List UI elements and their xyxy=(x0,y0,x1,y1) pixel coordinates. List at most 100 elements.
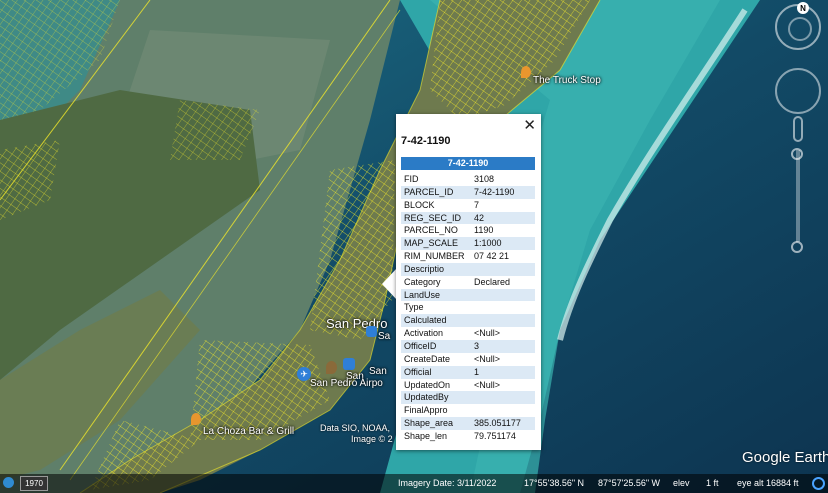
latitude-readout: 17°55'38.56" N xyxy=(524,478,585,488)
attribute-value xyxy=(471,314,535,328)
attribute-value: 3108 xyxy=(474,174,495,184)
street-view-pegman-icon[interactable] xyxy=(793,116,803,142)
attribute-value xyxy=(471,288,535,302)
attribute-value: 7-42-1190 xyxy=(471,185,535,199)
attribute-row: OfficeID 3 xyxy=(401,339,535,353)
attribute-value xyxy=(471,301,535,314)
attribute-key: Activation xyxy=(404,328,444,339)
attribute-row: Shape_area 385.051177 xyxy=(401,417,535,430)
attribute-key: UpdatedOn xyxy=(404,379,451,390)
attribute-key: PARCEL_ID xyxy=(401,185,471,199)
attribute-key: FID xyxy=(404,174,419,184)
place-label-sa[interactable]: Sa xyxy=(378,331,390,342)
attribute-value: <Null> xyxy=(474,379,501,390)
attribute-row: Calculated xyxy=(401,314,535,328)
eye-altitude-readout: eye alt 16884 ft xyxy=(737,478,799,488)
attribute-row: Type xyxy=(401,301,535,314)
compass-center-icon[interactable] xyxy=(788,17,812,41)
attribute-value: 07 42 21 xyxy=(474,251,510,262)
attribute-value: Declared xyxy=(474,276,511,287)
attribute-row: UpdatedOn <Null> xyxy=(401,379,535,392)
attribution-line-1: Data SIO, NOAA, xyxy=(320,423,391,433)
attribute-key: PARCEL_NO xyxy=(404,225,458,236)
elevation-label: elev xyxy=(673,478,690,488)
attribute-key: MAP_SCALE xyxy=(401,237,471,251)
google-earth-logo: Google Earth xyxy=(742,449,828,466)
landmark-pin-icon[interactable] xyxy=(326,361,337,374)
balloon-title: 7-42-1190 xyxy=(401,135,451,147)
attribute-value xyxy=(471,262,535,276)
attribute-key: FinalAppro xyxy=(404,405,448,416)
attribute-value: <Null> xyxy=(474,353,501,364)
attribute-key: UpdatedBy xyxy=(401,391,471,405)
attribute-key: RIM_NUMBER xyxy=(404,251,465,262)
attribute-row: Official 1 xyxy=(401,365,535,379)
attribute-row: RIM_NUMBER 07 42 21 xyxy=(401,250,535,263)
navigation-controls: N xyxy=(772,0,828,270)
attribution-line-2: Image © 2 xyxy=(351,434,393,444)
attribute-row: Category Declared xyxy=(401,276,535,289)
attribute-key: REG_SEC_ID xyxy=(401,211,471,225)
attribute-row: UpdatedBy xyxy=(401,391,535,405)
attribute-row: FinalAppro xyxy=(401,404,535,417)
attribute-value: 7 xyxy=(474,199,480,210)
close-icon[interactable]: ✕ xyxy=(523,116,536,134)
longitude-readout: 87°57'25.56" W xyxy=(598,478,661,488)
airport-icon[interactable]: ✈ xyxy=(297,367,311,381)
imagery-date: Imagery Date: 3/11/2022 xyxy=(398,478,497,488)
attribute-key: Category xyxy=(404,276,441,287)
bus-stop-icon[interactable] xyxy=(366,326,377,337)
attribute-row: BLOCK 7 xyxy=(401,199,535,212)
attribute-row: PARCEL_ID 7-42-1190 xyxy=(401,185,535,199)
place-label-truck-stop[interactable]: The Truck Stop xyxy=(533,75,601,86)
attribute-row: REG_SEC_ID 42 xyxy=(401,211,535,225)
attribute-row: PARCEL_NO 1190 xyxy=(401,224,535,237)
attribute-value: 79.751174 xyxy=(474,430,516,441)
balloon-table-header: 7-42-1190 xyxy=(401,157,535,170)
attribute-row: Shape_len 79.751174 xyxy=(401,430,535,443)
place-label-airport[interactable]: San Pedro Airpo xyxy=(310,378,383,389)
attribute-value xyxy=(471,404,535,417)
attribute-value: 1:1000 xyxy=(471,237,535,251)
compass-ring[interactable]: N xyxy=(775,2,821,50)
truck-stop-pin-icon[interactable] xyxy=(521,66,531,78)
attribute-value: 1190 xyxy=(474,225,494,236)
attribute-row: Descriptio xyxy=(401,262,535,276)
historical-imagery-icon[interactable] xyxy=(3,477,14,488)
attribute-value xyxy=(471,391,535,405)
feature-info-balloon: ✕ 7-42-1190 7-42-1190 FID 3108 PARCEL_ID 7-… xyxy=(396,114,541,450)
attribute-row: Activation <Null> xyxy=(401,327,535,340)
attribute-key: Type xyxy=(404,302,424,313)
attribute-key: Calculated xyxy=(401,314,471,328)
attribute-row: MAP_SCALE 1:1000 xyxy=(401,237,535,251)
attribute-row: LandUse xyxy=(401,288,535,302)
zoom-slider-track[interactable] xyxy=(796,150,800,242)
zoom-in-icon[interactable] xyxy=(791,148,803,160)
place-label-san-a[interactable]: San xyxy=(369,366,387,377)
attribute-table: FID 3108 PARCEL_ID 7-42-1190 BLOCK 7 REG_SEC_I… xyxy=(401,173,535,443)
attribute-key: CreateDate xyxy=(404,353,451,364)
restaurant-pin-icon[interactable] xyxy=(191,413,201,425)
place-label-la-choza[interactable]: La Choza Bar & Grill xyxy=(203,426,294,437)
attribute-key: LandUse xyxy=(401,288,471,302)
attribute-key: Shape_area xyxy=(401,417,471,430)
look-joystick-icon[interactable] xyxy=(775,68,821,114)
attribute-value: <Null> xyxy=(474,328,501,339)
attribute-key: BLOCK xyxy=(404,199,435,210)
attribute-key: Descriptio xyxy=(401,262,471,276)
bus-stop-icon-2[interactable] xyxy=(343,358,355,370)
attribute-value: 3 xyxy=(471,339,535,353)
zoom-out-icon[interactable] xyxy=(791,241,803,253)
attribute-value: 42 xyxy=(471,211,535,225)
place-label-san-pedro[interactable]: San Pedro xyxy=(326,316,387,331)
streaming-status-icon xyxy=(812,477,825,490)
attribute-key: OfficeID xyxy=(401,339,471,353)
status-bar: 1970 Imagery Date: 3/11/2022 17°55'38.56… xyxy=(0,474,828,493)
elevation-value: 1 ft xyxy=(706,478,719,488)
attribute-row: FID 3108 xyxy=(401,173,535,186)
historical-year-badge[interactable]: 1970 xyxy=(20,476,48,491)
attribute-row: CreateDate <Null> xyxy=(401,353,535,366)
balloon-pointer xyxy=(382,268,397,300)
attribute-value: 1 xyxy=(471,365,535,379)
north-indicator-icon[interactable]: N xyxy=(797,2,809,14)
